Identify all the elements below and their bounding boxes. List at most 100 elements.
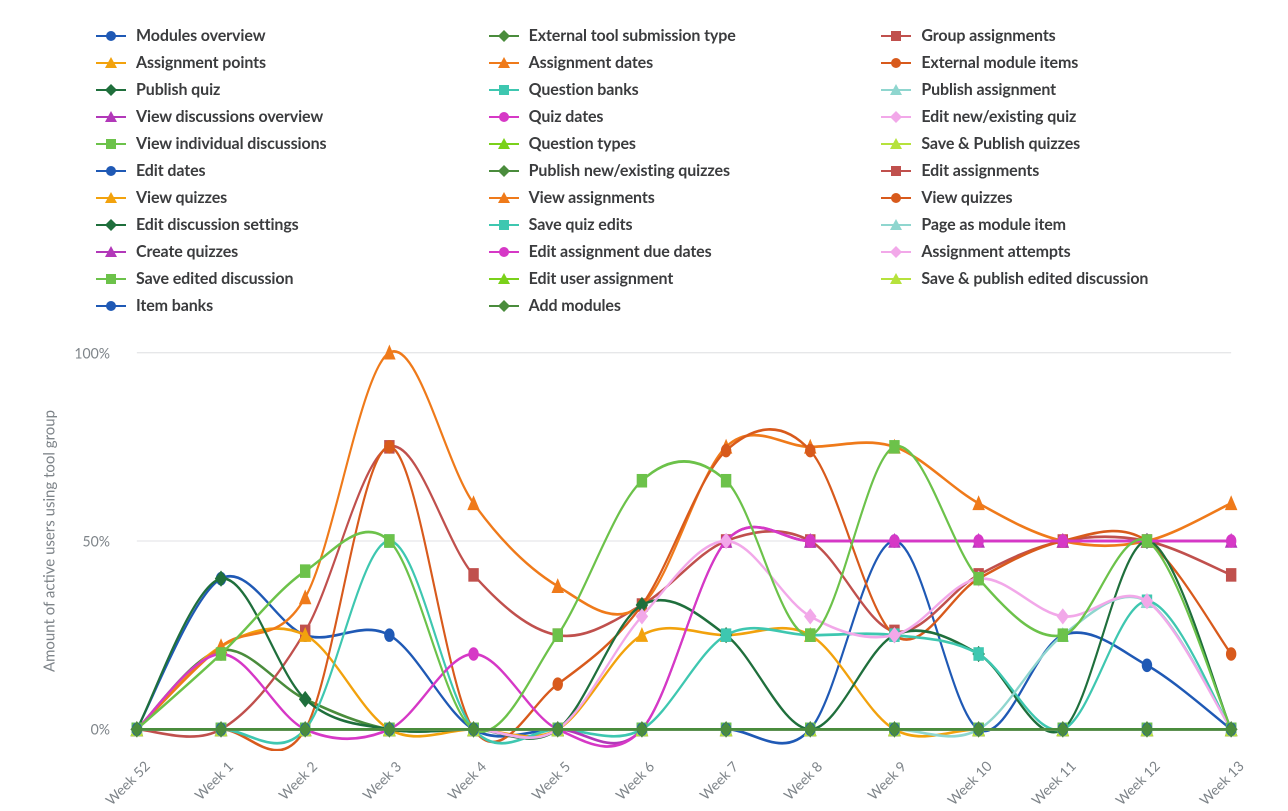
legend-item[interactable]: Save & publish edited discussion [881,267,1252,290]
legend-marker-icon [881,55,911,71]
legend-label: Edit assignment due dates [529,242,712,261]
x-tick-label: Week 2 [275,758,320,803]
x-tick-label: Week 9 [864,758,909,803]
legend-item[interactable]: Page as module item [881,213,1252,236]
series-point [551,578,564,593]
legend-item[interactable]: View individual discussions [96,132,467,155]
legend-label: Edit new/existing quiz [921,107,1076,126]
legend-label: Add modules [529,296,621,315]
x-tick-label: Week 10 [943,757,994,808]
legend-label: Save & Publish quizzes [921,134,1080,153]
legend-label: External module items [921,53,1078,72]
legend-marker-icon [881,271,911,287]
legend-item[interactable]: Assignment dates [489,51,860,74]
legend-item[interactable]: View discussions overview [96,105,467,128]
legend-item[interactable]: Edit user assignment [489,267,860,290]
legend-item[interactable]: View quizzes [96,186,467,209]
legend-marker-icon [881,217,911,233]
legend-marker-icon [489,298,519,314]
legend-item[interactable]: Edit new/existing quiz [881,105,1252,128]
legend-marker-icon [489,163,519,179]
legend-label: Save edited discussion [136,269,293,288]
legend-label: Edit dates [136,161,205,180]
legend-item[interactable]: Add modules [489,294,860,317]
legend-item[interactable]: Publish new/existing quizzes [489,159,860,182]
legend-marker-icon [96,190,126,206]
series-point [216,647,226,661]
legend-item[interactable]: View quizzes [881,186,1252,209]
legend-marker-icon [881,109,911,125]
legend-item[interactable]: Edit dates [96,159,467,182]
series-point [805,444,815,458]
legend-marker-icon [881,163,911,179]
legend-label: Question banks [529,80,639,99]
legend-marker-icon [489,28,519,44]
legend-item[interactable]: Quiz dates [489,105,860,128]
legend-marker-icon [489,271,519,287]
legend-item[interactable]: Assignment attempts [881,240,1252,263]
legend-label: Item banks [136,296,213,315]
legend-item[interactable]: Save edited discussion [96,267,467,290]
series-point [553,677,563,691]
series-point [1142,534,1152,548]
series-point [553,628,563,642]
legend-item[interactable]: External module items [881,51,1252,74]
legend-item[interactable]: Group assignments [881,24,1252,47]
legend-item[interactable]: Modules overview [96,24,467,47]
legend: Modules overview External tool submission… [96,24,1252,317]
x-tick-label: Week 3 [359,758,404,803]
legend-label: Question types [529,134,636,153]
legend-marker-icon [489,136,519,152]
legend-item[interactable]: Publish assignment [881,78,1252,101]
legend-marker-icon [96,109,126,125]
series-point [215,571,228,587]
chart-area: Amount of active users using tool group … [36,331,1252,751]
series-point [384,534,394,548]
y-tick-label: 50% [83,533,110,550]
series-line [137,429,1231,750]
legend-item[interactable]: Item banks [96,294,467,317]
series-point [972,495,985,510]
series-point [299,589,312,604]
legend-label: Group assignments [921,26,1055,45]
legend-item[interactable]: Publish quiz [96,78,467,101]
legend-item[interactable]: Assignment points [96,51,467,74]
legend-item[interactable]: Question types [489,132,860,155]
legend-marker-icon [96,163,126,179]
legend-marker-icon [489,109,519,125]
series-point [805,628,815,642]
series-point [721,444,731,458]
series-point [1142,659,1152,673]
legend-label: Edit user assignment [529,269,674,288]
series-point [889,440,899,454]
series-point [1226,647,1236,661]
x-tick-label: Week 13 [1196,757,1247,808]
series-point [1058,534,1068,548]
series-point [468,568,478,582]
legend-marker-icon [96,82,126,98]
legend-item[interactable]: Edit discussion settings [96,213,467,236]
series-line [137,650,1231,732]
legend-item[interactable]: View assignments [489,186,860,209]
legend-marker-icon [489,217,519,233]
legend-label: View assignments [529,188,655,207]
legend-item[interactable]: External tool submission type [489,24,860,47]
series-point [721,628,731,642]
legend-label: Create quizzes [136,242,238,261]
legend-item[interactable]: Create quizzes [96,240,467,263]
chart-container: Modules overview External tool submission… [0,0,1288,768]
legend-item[interactable]: Question banks [489,78,860,101]
legend-label: Publish quiz [136,80,220,99]
legend-marker-icon [96,28,126,44]
legend-item[interactable]: Save & Publish quizzes [881,132,1252,155]
legend-label: Save quiz edits [529,215,633,234]
legend-item[interactable]: Save quiz edits [489,213,860,236]
legend-item[interactable]: Edit assignments [881,159,1252,182]
series-point [1225,495,1238,510]
legend-marker-icon [881,244,911,260]
legend-item[interactable]: Edit assignment due dates [489,240,860,263]
x-axis: Week 52Week 1Week 2Week 3Week 4Week 5Wee… [116,751,1252,811]
legend-marker-icon [881,136,911,152]
series-point [721,474,731,488]
legend-marker-icon [96,298,126,314]
